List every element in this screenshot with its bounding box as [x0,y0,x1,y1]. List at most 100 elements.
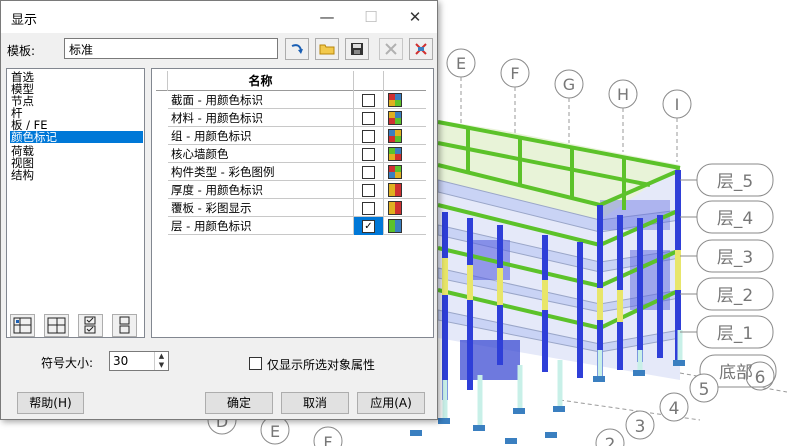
spin-down-icon[interactable]: ▼ [154,361,168,370]
ok-button[interactable]: 确定 [205,392,273,414]
chevron-down-icon: ⌄ [69,40,79,53]
grid-row-cell[interactable]: ✓ [354,217,384,235]
svg-text:E: E [270,422,280,441]
maximize-button[interactable]: ☐ [349,1,393,33]
svg-text:层_5: 层_5 [717,172,753,192]
reset-template-button[interactable] [409,38,433,60]
grid-row-cell[interactable] [354,199,384,217]
grid-row-checkbox[interactable] [362,166,375,179]
property-grid[interactable]: 名称 截面 - 用颜色标识 材料 - 用颜色标识组 - 用颜色标识 核心墙颜色 构件… [151,68,434,338]
grid-row-name: 核心墙颜色 [168,145,354,163]
tree-item-color-marking[interactable]: 颜色标记 [10,131,143,143]
empty-boxes-icon [119,316,130,334]
expand-tree-icon [13,317,32,334]
svg-text:4: 4 [669,399,680,419]
story-color-icon [388,219,402,233]
save-template-button[interactable] [345,38,369,60]
grid-row-checkbox[interactable] [362,112,375,125]
help-button[interactable]: 帮助(H) [17,392,84,414]
reset-icon [415,43,427,55]
grid-row-checkbox[interactable] [362,184,375,197]
axis-bubble-i: I [662,89,692,119]
grid-row[interactable]: 厚度 - 用颜色标识 [168,181,426,199]
grid-row-name: 组 - 用颜色标识 [168,127,354,145]
grid-row-cell[interactable] [354,145,384,163]
display-dialog: 显示 — ☐ ✕ 模板: 标准 ⌄ 首选 模型 节点 杆 板 / FE 颜色标记… [0,0,438,420]
grid-row-name: 层 - 用颜色标识 [168,217,354,235]
minimize-button[interactable]: — [305,1,349,33]
close-button[interactable]: ✕ [393,1,437,33]
grid-row-checkbox[interactable] [362,130,375,143]
grid-row-checkbox[interactable] [362,202,375,215]
category-tree[interactable]: 首选 模型 节点 杆 板 / FE 颜色标记 荷载 视图 结构 [6,68,145,338]
cladding-color-icon [388,201,402,215]
svg-text:6: 6 [755,368,766,388]
grid-row[interactable]: 层 - 用颜色标识 ✓ [168,217,426,235]
only-selected-checkbox[interactable] [249,357,262,370]
svg-text:E: E [456,54,466,73]
symbol-size-value: 30 [113,354,129,368]
checkboxes-icon [84,316,96,334]
svg-text:H: H [617,85,629,104]
axis-bubble-5: 5 [689,373,719,403]
svg-text:2: 2 [605,435,616,446]
save-icon [351,43,363,55]
axis-bubble-4: 4 [659,392,689,422]
grid-row-cell[interactable] [354,181,384,199]
symbol-size-spinner[interactable]: 30 ▲ ▼ [109,351,169,371]
grid-row-cell[interactable] [354,163,384,181]
load-template-button[interactable] [285,38,309,60]
grid-row[interactable]: 核心墙颜色 [168,145,426,163]
apply-button[interactable]: 应用(A) [357,392,425,414]
cancel-button[interactable]: 取消 [281,392,349,414]
redo-arrow-icon [291,44,303,54]
grid-row-checkbox[interactable]: ✓ [362,220,375,233]
only-selected-label: 仅显示所选对象属性 [267,358,376,372]
grid-row-cell[interactable] [354,109,384,127]
grid-row[interactable]: 截面 - 用颜色标识 [168,91,426,109]
svg-text:底部: 底部 [719,363,753,383]
svg-text:F: F [510,64,519,83]
core-wall-color-icon [388,147,402,161]
check-all-button[interactable] [78,314,103,337]
thickness-color-icon [388,183,402,197]
title-bar[interactable]: 显示 — ☐ ✕ [1,1,437,33]
expand-all-button[interactable] [10,314,35,337]
grid-header: 名称 [156,71,426,91]
template-combo[interactable]: 标准 ⌄ [64,38,278,59]
collapse-tree-icon [47,317,66,334]
grid-row-cell[interactable] [354,91,384,109]
svg-text:层_1: 层_1 [717,324,753,344]
uncheck-all-button[interactable] [112,314,137,337]
folder-icon [319,44,335,55]
material-color-icon [388,111,402,125]
grid-row-name: 覆板 - 彩图显示 [168,199,354,217]
tree-item-structure[interactable]: 结构 [10,169,35,181]
header-name: 名称 [168,71,354,91]
axis-bubble-e-bottom: E [260,415,290,445]
collapse-all-button[interactable] [44,314,69,337]
grid-row[interactable]: 覆板 - 彩图显示 [168,199,426,217]
grid-row-checkbox[interactable] [362,148,375,161]
grid-row[interactable]: 材料 - 用颜色标识 [168,109,426,127]
grid-row-cell[interactable] [354,127,384,145]
member-type-color-icon [388,165,402,179]
svg-text:F: F [323,433,332,446]
open-folder-button[interactable] [315,38,339,60]
grid-row-name: 构件类型 - 彩色图例 [168,163,354,181]
axis-bubble-e: E [446,48,476,78]
grid-row[interactable]: 组 - 用颜色标识 [168,127,426,145]
delete-x-icon [385,43,397,55]
spin-up-icon[interactable]: ▲ [154,352,168,361]
svg-text:层_3: 层_3 [717,248,753,268]
svg-text:层_2: 层_2 [717,286,753,306]
grid-row[interactable]: 构件类型 - 彩色图例 [168,163,426,181]
svg-text:3: 3 [635,417,646,437]
grid-row-checkbox[interactable] [362,94,375,107]
window-title: 显示 [11,13,38,28]
group-color-icon [388,129,402,143]
svg-text:层_4: 层_4 [717,209,753,229]
delete-template-button[interactable] [379,38,403,60]
section-color-icon [388,93,402,107]
svg-text:I: I [675,95,680,114]
